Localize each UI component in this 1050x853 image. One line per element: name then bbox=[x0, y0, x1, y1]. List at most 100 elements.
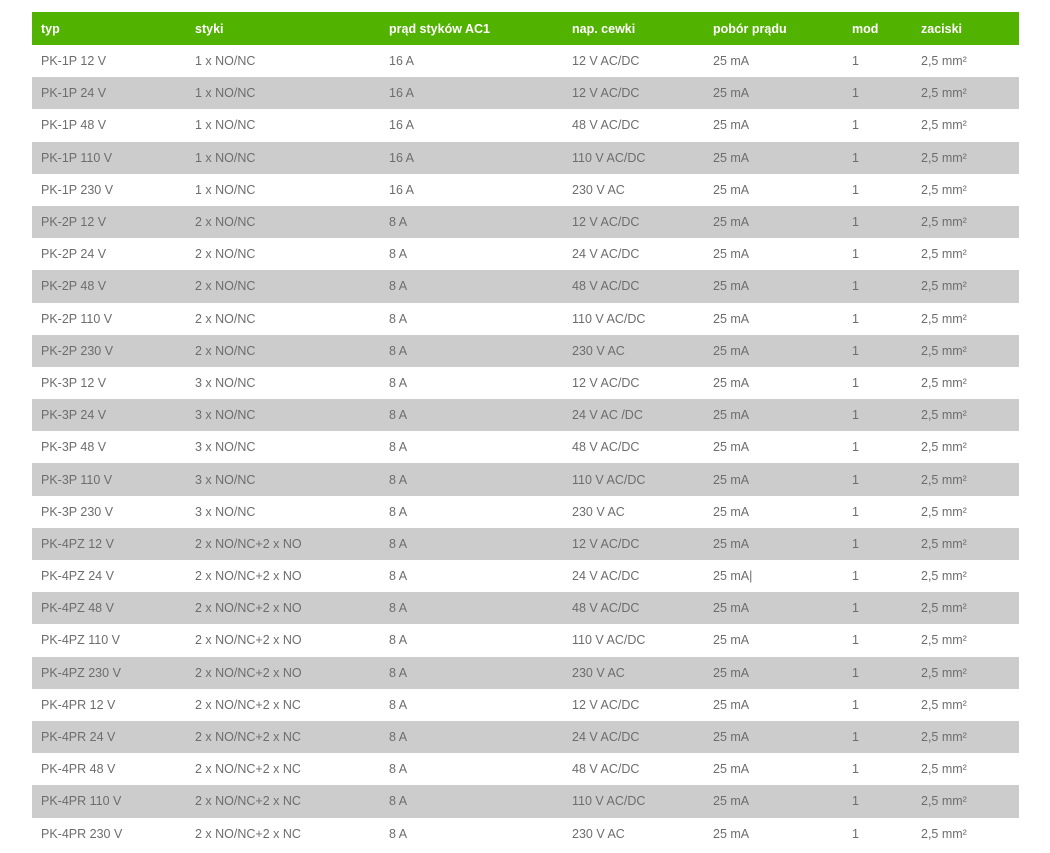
cell-prad-stykow: 16 A bbox=[389, 150, 415, 165]
column-header-pobor-pradu: pobór prądu bbox=[713, 21, 787, 36]
cell-mod: 1 bbox=[852, 182, 859, 197]
cell-mod: 1 bbox=[852, 86, 859, 101]
cell-pobor-pradu: 25 mA bbox=[713, 504, 750, 519]
cell-typ: PK-3P 24 V bbox=[41, 408, 107, 423]
cell-mod: 1 bbox=[852, 375, 859, 390]
cell-styki: 1 x NO/NC bbox=[195, 118, 256, 133]
cell-pobor-pradu: 25 mA| bbox=[713, 569, 753, 584]
cell-mod: 1 bbox=[852, 118, 859, 133]
cell-prad-stykow: 8 A bbox=[389, 665, 408, 680]
cell-pobor-pradu: 25 mA bbox=[713, 118, 750, 133]
cell-pobor-pradu: 25 mA bbox=[713, 182, 750, 197]
cell-napiecie-cewki: 48 V AC/DC bbox=[572, 601, 640, 616]
cell-zaciski: 2,5 mm² bbox=[921, 408, 967, 423]
cell-napiecie-cewki: 48 V AC/DC bbox=[572, 118, 640, 133]
cell-styki: 2 x NO/NC+2 x NO bbox=[195, 536, 302, 551]
table-row: PK-3P 24 V 3 x NO/NC 8 A 24 V AC /DC 25 mA 1 2… bbox=[32, 399, 1019, 432]
cell-prad-stykow: 16 A bbox=[389, 182, 415, 197]
cell-napiecie-cewki: 110 V AC/DC bbox=[572, 633, 646, 648]
cell-prad-stykow: 8 A bbox=[389, 472, 408, 487]
cell-styki: 2 x NO/NC+2 x NO bbox=[195, 601, 302, 616]
table-row: PK-4PR 48 V 2 x NO/NC+2 x NC 8 A 48 V AC/DC… bbox=[32, 753, 1019, 786]
cell-prad-stykow: 8 A bbox=[389, 215, 408, 230]
table-row: PK-4PR 24 V 2 x NO/NC+2 x NC 8 A 24 V AC/DC… bbox=[32, 720, 1019, 754]
cell-prad-stykow: 8 A bbox=[389, 504, 408, 519]
cell-typ: PK-3P 48 V bbox=[41, 440, 107, 455]
cell-napiecie-cewki: 230 V AC bbox=[572, 504, 625, 519]
cell-typ: PK-2P 230 V bbox=[41, 343, 114, 358]
cell-typ: PK-4PR 48 V bbox=[41, 762, 116, 777]
cell-pobor-pradu: 25 mA bbox=[713, 343, 750, 358]
cell-styki: 2 x NO/NC+2 x NC bbox=[195, 762, 301, 777]
cell-prad-stykow: 8 A bbox=[389, 601, 408, 616]
cell-typ: PK-2P 12 V bbox=[41, 215, 107, 230]
cell-pobor-pradu: 25 mA bbox=[713, 665, 750, 680]
header-row: typ styki prąd styków AC1 nap. cewki pob… bbox=[32, 12, 1019, 45]
cell-zaciski: 2,5 mm² bbox=[921, 601, 967, 616]
cell-styki: 2 x NO/NC+2 x NO bbox=[195, 665, 302, 680]
table-row: PK-1P 12 V 1 x NO/NC 16 A 12 V AC/DC 25 mA 1 2… bbox=[32, 45, 1019, 78]
cell-prad-stykow: 8 A bbox=[389, 343, 408, 358]
cell-pobor-pradu: 25 mA bbox=[713, 150, 750, 165]
cell-prad-stykow: 8 A bbox=[389, 569, 408, 584]
cell-zaciski: 2,5 mm² bbox=[921, 118, 967, 133]
cell-mod: 1 bbox=[852, 697, 859, 712]
cell-pobor-pradu: 25 mA bbox=[713, 86, 750, 101]
table-header: typ styki prąd styków AC1 nap. cewki pob… bbox=[32, 12, 1019, 45]
table-row: PK-2P 12 V 2 x NO/NC 8 A 12 V AC/DC 25 mA 1 2,… bbox=[32, 205, 1019, 239]
cell-mod: 1 bbox=[852, 247, 859, 262]
relay-spec-table: typ styki prąd styków AC1 nap. cewki pob… bbox=[32, 12, 1019, 850]
cell-mod: 1 bbox=[852, 826, 859, 841]
cell-typ: PK-4PZ 24 V bbox=[41, 569, 114, 584]
cell-typ: PK-3P 12 V bbox=[41, 375, 107, 390]
table-row: PK-4PZ 110 V 2 x NO/NC+2 x NO 8 A 110 V AC/… bbox=[32, 624, 1019, 657]
cell-prad-stykow: 8 A bbox=[389, 536, 408, 551]
column-header-prad-stykow: prąd styków AC1 bbox=[389, 21, 490, 36]
cell-typ: PK-4PZ 110 V bbox=[41, 633, 120, 648]
cell-styki: 3 x NO/NC bbox=[195, 472, 256, 487]
cell-pobor-pradu: 25 mA bbox=[713, 311, 750, 326]
cell-napiecie-cewki: 110 V AC/DC bbox=[572, 311, 646, 326]
cell-prad-stykow: 8 A bbox=[389, 440, 408, 455]
table-row: PK-4PZ 24 V 2 x NO/NC+2 x NO 8 A 24 V AC/DC… bbox=[32, 560, 1019, 593]
cell-mod: 1 bbox=[852, 536, 859, 551]
cell-mod: 1 bbox=[852, 279, 859, 294]
cell-typ: PK-4PZ 12 V bbox=[41, 536, 114, 551]
cell-prad-stykow: 8 A bbox=[389, 311, 408, 326]
cell-pobor-pradu: 25 mA bbox=[713, 536, 750, 551]
cell-typ: PK-1P 110 V bbox=[41, 150, 113, 165]
cell-mod: 1 bbox=[852, 730, 859, 745]
cell-styki: 2 x NO/NC bbox=[195, 343, 256, 358]
cell-styki: 2 x NO/NC+2 x NO bbox=[195, 569, 302, 584]
table-row: PK-1P 48 V 1 x NO/NC 16 A 48 V AC/DC 25 mA 1 2… bbox=[32, 109, 1019, 142]
cell-zaciski: 2,5 mm² bbox=[921, 504, 967, 519]
cell-napiecie-cewki: 48 V AC/DC bbox=[572, 279, 640, 294]
cell-mod: 1 bbox=[852, 601, 859, 616]
cell-prad-stykow: 16 A bbox=[389, 54, 415, 69]
cell-styki: 2 x NO/NC+2 x NO bbox=[195, 633, 302, 648]
cell-napiecie-cewki: 230 V AC bbox=[572, 182, 625, 197]
cell-prad-stykow: 16 A bbox=[389, 118, 415, 133]
cell-napiecie-cewki: 24 V AC/DC bbox=[572, 569, 640, 584]
cell-zaciski: 2,5 mm² bbox=[921, 279, 967, 294]
cell-zaciski: 2,5 mm² bbox=[921, 826, 967, 841]
cell-styki: 3 x NO/NC bbox=[195, 440, 256, 455]
cell-mod: 1 bbox=[852, 633, 859, 648]
cell-napiecie-cewki: 110 V AC/DC bbox=[572, 794, 646, 809]
cell-napiecie-cewki: 12 V AC/DC bbox=[572, 86, 640, 101]
cell-napiecie-cewki: 110 V AC/DC bbox=[572, 150, 646, 165]
cell-styki: 2 x NO/NC bbox=[195, 279, 256, 294]
cell-napiecie-cewki: 12 V AC/DC bbox=[572, 375, 640, 390]
cell-zaciski: 2,5 mm² bbox=[921, 86, 967, 101]
table-row: PK-1P 230 V 1 x NO/NC 16 A 230 V AC 25 mA 1 2,… bbox=[32, 173, 1019, 206]
cell-mod: 1 bbox=[852, 408, 859, 423]
cell-typ: PK-4PR 230 V bbox=[41, 826, 123, 841]
cell-napiecie-cewki: 230 V AC bbox=[572, 343, 625, 358]
cell-styki: 3 x NO/NC bbox=[195, 504, 256, 519]
cell-typ: PK-1P 24 V bbox=[41, 86, 107, 101]
cell-mod: 1 bbox=[852, 504, 859, 519]
cell-pobor-pradu: 25 mA bbox=[713, 472, 750, 487]
cell-napiecie-cewki: 110 V AC/DC bbox=[572, 472, 646, 487]
table-row: PK-3P 230 V 3 x NO/NC 8 A 230 V AC 25 mA 1 2,5… bbox=[32, 495, 1019, 528]
cell-pobor-pradu: 25 mA bbox=[713, 440, 750, 455]
